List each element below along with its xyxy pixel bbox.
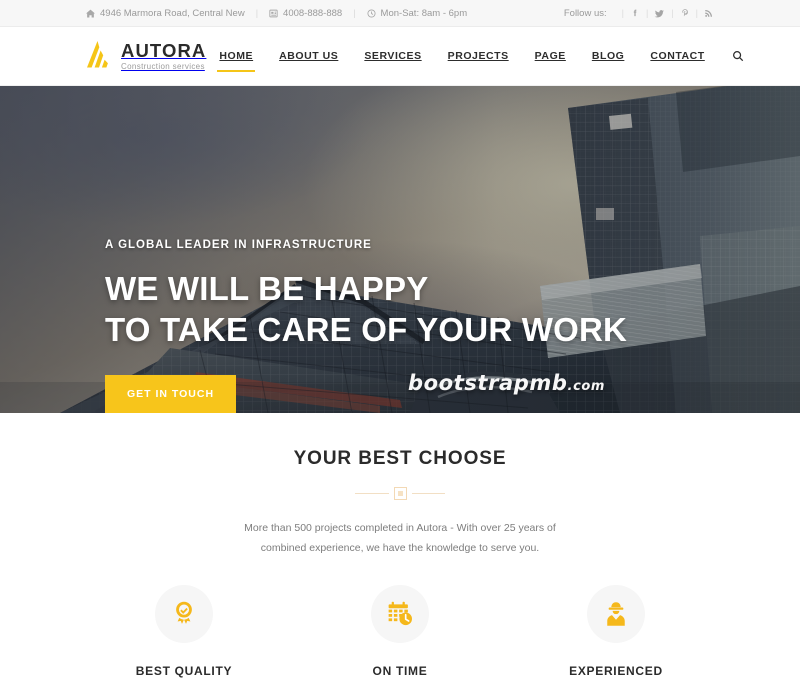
nav-item-home[interactable]: HOME <box>206 27 266 85</box>
brand-logo[interactable]: AUTORA Construction services <box>86 41 206 71</box>
best-choose-lead: More than 500 projects completed in Auto… <box>235 518 565 559</box>
best-choose-lead-line-1: More than 500 projects completed in Auto… <box>244 522 556 534</box>
nav-item-services[interactable]: SERVICES <box>351 27 434 85</box>
topbar-phone-text: 4008-888-888 <box>283 7 343 19</box>
hero-banner: A GLOBAL LEADER IN INFRASTRUCTURE WE WIL… <box>0 86 800 413</box>
page-title: YOUR BEST CHOOSE <box>293 448 507 469</box>
social-links: | | | | <box>616 8 714 19</box>
hero-title: WE WILL BE HAPPY TO TAKE CARE OF YOUR WO… <box>105 269 627 350</box>
topbar-phone: 4008-888-888 <box>269 8 342 19</box>
feature-on-time: ON TIME At our company, we respect the c… <box>292 584 508 690</box>
pinterest-icon[interactable] <box>680 8 690 18</box>
social-separator-3: | <box>695 8 698 18</box>
hero-eyebrow: A GLOBAL LEADER IN INFRASTRUCTURE <box>105 239 372 251</box>
nav-item-page[interactable]: PAGE <box>522 27 579 85</box>
phone-card-icon <box>269 9 278 18</box>
top-info-bar: 4946 Marmora Road, Central New | 4008-88… <box>0 0 800 27</box>
topbar-address: 4946 Marmora Road, Central New <box>86 8 245 19</box>
brand-name: AUTORA <box>121 40 207 62</box>
topbar-separator-2: | <box>353 8 356 18</box>
topbar-contact-group: 4946 Marmora Road, Central New | 4008-88… <box>86 8 467 19</box>
best-choose-section: YOUR BEST CHOOSE More than 500 projects … <box>0 413 800 690</box>
feature-title: BEST QUALITY <box>135 663 233 678</box>
divider-line-left <box>355 492 389 494</box>
social-separator-0: | <box>621 8 624 18</box>
watermark: bootstrapmb.com <box>408 371 605 395</box>
nav-item-about-us[interactable]: ABOUT US <box>266 27 351 85</box>
nav-item-contact[interactable]: CONTACT <box>637 27 717 85</box>
divider-line-right <box>411 492 445 494</box>
rss-icon[interactable] <box>704 8 714 18</box>
topbar-hours-text: Mon-Sat: 8am - 6pm <box>380 7 468 19</box>
site-header: AUTORA Construction services HOME ABOUT … <box>0 27 800 86</box>
brand-tagline: Construction services <box>121 61 205 71</box>
follow-us-label: Follow us: <box>563 7 607 19</box>
calendar-clock-icon <box>371 584 429 643</box>
watermark-main: bootstrapmb <box>408 371 568 395</box>
best-choose-lead-line-2: combined experience, we have the knowled… <box>260 542 540 555</box>
feature-title: ON TIME <box>372 663 428 678</box>
feature-title: EXPERIENCED <box>569 663 663 678</box>
social-separator-1: | <box>645 8 649 18</box>
main-navigation: HOME ABOUT US SERVICES PROJECTS PAGE BLO… <box>206 27 743 85</box>
nav-item-projects[interactable]: PROJECTS <box>435 27 522 85</box>
social-separator-2: | <box>671 8 674 18</box>
watermark-domain: .com <box>567 379 606 394</box>
award-badge-icon <box>155 584 213 643</box>
hero-title-line-2: TO TAKE CARE OF YOUR WORK <box>105 310 628 348</box>
features-row: BEST QUALITY Autora Construction Service… <box>0 559 800 690</box>
feature-experienced: EXPERIENCED As the saying goes practice … <box>508 584 724 690</box>
topbar-separator-1: | <box>255 8 259 18</box>
divider-square <box>393 486 407 500</box>
topbar-hours: Mon-Sat: 8am - 6pm <box>367 7 468 19</box>
facebook-icon[interactable] <box>630 8 640 18</box>
ornament-square-icon <box>355 484 445 502</box>
feature-best-quality: BEST QUALITY Autora Construction Service… <box>76 584 292 690</box>
search-icon[interactable] <box>718 27 744 85</box>
topbar-social-group: Follow us: | | | | <box>564 8 714 19</box>
clock-icon <box>367 8 376 18</box>
hero-title-line-1: WE WILL BE HAPPY <box>105 270 429 307</box>
brand-text-block: AUTORA Construction services <box>121 41 206 70</box>
construction-worker-icon <box>587 584 645 643</box>
autora-a-mark-icon <box>86 41 112 71</box>
get-in-touch-button[interactable]: GET IN TOUCH <box>105 375 237 413</box>
home-icon <box>86 9 95 18</box>
twitter-icon[interactable] <box>654 8 665 19</box>
nav-item-blog[interactable]: BLOG <box>579 27 638 85</box>
topbar-address-text: 4946 Marmora Road, Central New <box>100 7 245 19</box>
